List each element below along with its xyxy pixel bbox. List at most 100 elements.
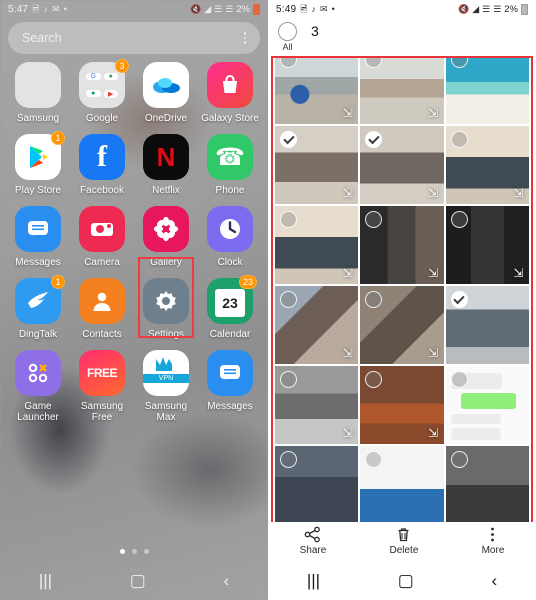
chat-screenshot[interactable] xyxy=(445,366,529,444)
unselected-checkbox[interactable] xyxy=(280,371,297,388)
resort-promo-image[interactable] xyxy=(445,58,529,124)
more-options-icon[interactable] xyxy=(243,32,246,44)
app-icon-play-store[interactable]: 1 Play Store xyxy=(6,131,70,196)
google-folder[interactable]: G ● ● ▶ 3 xyxy=(79,59,129,108)
camera-icon[interactable] xyxy=(79,206,125,252)
app-icon-game-launcher[interactable]: Game Launcher xyxy=(6,350,70,423)
home-button[interactable]: ▢ xyxy=(130,572,146,589)
app-icon-camera[interactable]: Camera xyxy=(70,206,134,268)
share-button[interactable]: Share xyxy=(300,526,326,556)
workshop-collage-photo[interactable]: ⇲ xyxy=(360,286,444,364)
back-button[interactable]: ‹ xyxy=(223,572,229,589)
unselected-checkbox[interactable] xyxy=(450,451,468,468)
video-call-screenshot-1[interactable]: ⇲ xyxy=(360,206,444,284)
delete-button[interactable]: Delete xyxy=(389,526,418,556)
back-button[interactable]: ‹ xyxy=(491,572,497,589)
expand-burst-icon[interactable]: ⇲ xyxy=(341,347,354,360)
selected-checkbox[interactable] xyxy=(450,291,468,308)
expand-burst-icon[interactable]: ⇲ xyxy=(341,107,354,120)
phone-icon[interactable]: ☎ xyxy=(207,134,253,180)
app-icon-netflix[interactable]: N Netflix xyxy=(134,134,198,196)
clock-icon[interactable] xyxy=(207,206,253,252)
select-all-checkbox[interactable] xyxy=(278,22,297,41)
app-icon-samsung[interactable]: Samsung xyxy=(6,62,70,124)
search-bar[interactable]: Search xyxy=(8,22,260,54)
settings-icon[interactable] xyxy=(143,278,189,324)
night-event-photo[interactable] xyxy=(275,446,359,524)
unselected-checkbox[interactable] xyxy=(280,451,297,468)
expand-burst-icon[interactable]: ⇲ xyxy=(427,267,440,280)
unselected-checkbox[interactable] xyxy=(450,371,468,388)
app-icon-onedrive[interactable]: OneDrive xyxy=(134,62,198,124)
page-dot[interactable] xyxy=(143,549,149,554)
facebook-icon[interactable]: f xyxy=(79,134,125,180)
app-icon-google[interactable]: G ● ● ▶ 3 Google xyxy=(70,59,134,124)
app-icon-samsung-max[interactable]: VPN Samsung Max xyxy=(134,350,198,423)
app-icon-settings[interactable]: Settings xyxy=(134,278,198,340)
acethinker-award-photo[interactable]: ⇲ xyxy=(275,206,359,284)
app-icon-gallery[interactable]: Gallery xyxy=(134,206,198,268)
samsung-free-icon[interactable]: FREE xyxy=(79,350,125,396)
dark-scene-photo[interactable] xyxy=(445,446,529,524)
acethinker-banner-photo[interactable]: ⇲ xyxy=(445,126,529,204)
gallery-icon[interactable] xyxy=(143,206,189,252)
app-icon-dingtalk[interactable]: 1 DingTalk xyxy=(6,275,70,340)
app-icon-calendar[interactable]: 23 23 Calendar xyxy=(198,275,262,340)
app-grid: Samsung G ● ● ▶ 3 Google OneDrive Galaxy Store 1 P… xyxy=(0,59,268,423)
app-icon-facebook[interactable]: f Facebook xyxy=(70,134,134,196)
messages-icon[interactable] xyxy=(207,350,253,396)
select-all-control[interactable]: All xyxy=(278,22,297,52)
group-certificate-photo-2[interactable]: ⇲ xyxy=(360,126,444,204)
party-room-photo[interactable]: ⇲ xyxy=(360,366,444,444)
kitchen-child-photo[interactable]: ⇲ xyxy=(275,366,359,444)
expand-burst-icon[interactable]: ⇲ xyxy=(341,187,354,200)
home-button[interactable]: ▢ xyxy=(398,572,414,589)
onedrive-icon[interactable] xyxy=(143,62,189,108)
expand-burst-icon[interactable]: ⇲ xyxy=(427,107,440,120)
page-dot[interactable] xyxy=(119,549,125,554)
more-button[interactable]: More xyxy=(482,526,504,556)
app-icon-contacts[interactable]: Contacts xyxy=(70,278,134,340)
contacts-icon[interactable] xyxy=(79,278,125,324)
billiard-room-photo[interactable]: ⇲ xyxy=(275,58,359,124)
app-icon-galaxy-store[interactable]: Galaxy Store xyxy=(198,62,262,124)
expand-burst-icon[interactable]: ⇲ xyxy=(341,427,354,440)
messages-icon[interactable] xyxy=(15,206,61,252)
app-icon-messages[interactable]: Messages xyxy=(6,206,70,268)
expand-burst-icon[interactable]: ⇲ xyxy=(427,347,440,360)
laptop-collage-photo[interactable]: ⇲ xyxy=(275,286,359,364)
play-store-icon[interactable]: 1 xyxy=(15,131,65,180)
recents-button[interactable]: ||| xyxy=(39,572,52,589)
app-icon-clock[interactable]: Clock xyxy=(198,206,262,268)
unselected-checkbox[interactable] xyxy=(450,211,468,228)
unselected-checkbox[interactable] xyxy=(280,211,297,228)
selected-checkbox[interactable] xyxy=(280,131,297,148)
expand-burst-icon[interactable]: ⇲ xyxy=(427,427,440,440)
galaxy-store-icon[interactable] xyxy=(207,62,253,108)
netflix-icon[interactable]: N xyxy=(143,134,189,180)
unselected-checkbox[interactable] xyxy=(280,291,297,308)
recents-button[interactable]: ||| xyxy=(307,572,320,589)
unselected-checkbox[interactable] xyxy=(450,131,468,148)
mail-icon: ✉ xyxy=(320,3,328,14)
samsung-folder[interactable] xyxy=(15,62,61,108)
dingtalk-icon[interactable]: 1 xyxy=(15,275,65,324)
search-input[interactable]: Search xyxy=(22,31,244,45)
app-icon-messages[interactable]: Messages xyxy=(198,350,262,423)
expand-burst-icon[interactable]: ⇲ xyxy=(512,187,525,200)
game-launcher-icon[interactable] xyxy=(15,350,61,396)
expand-burst-icon[interactable]: ⇲ xyxy=(512,267,525,280)
giwa-banner-photo[interactable] xyxy=(360,446,444,524)
crowd-group-photo[interactable] xyxy=(445,286,529,364)
expand-burst-icon[interactable]: ⇲ xyxy=(427,187,440,200)
app-icon-phone[interactable]: ☎ Phone xyxy=(198,134,262,196)
app-icon-samsung-free[interactable]: FREE Samsung Free xyxy=(70,350,134,423)
video-call-screenshot-2[interactable]: ⇲ xyxy=(445,206,529,284)
cafe-interior-photo[interactable]: ⇲ xyxy=(360,58,444,124)
page-dot[interactable] xyxy=(131,549,137,554)
expand-burst-icon[interactable]: ⇲ xyxy=(341,267,354,280)
samsung-max-icon[interactable]: VPN xyxy=(143,350,189,396)
group-certificate-photo-1[interactable]: ⇲ xyxy=(275,126,359,204)
calendar-icon[interactable]: 23 23 xyxy=(207,275,257,324)
app-label: Phone xyxy=(215,185,245,196)
